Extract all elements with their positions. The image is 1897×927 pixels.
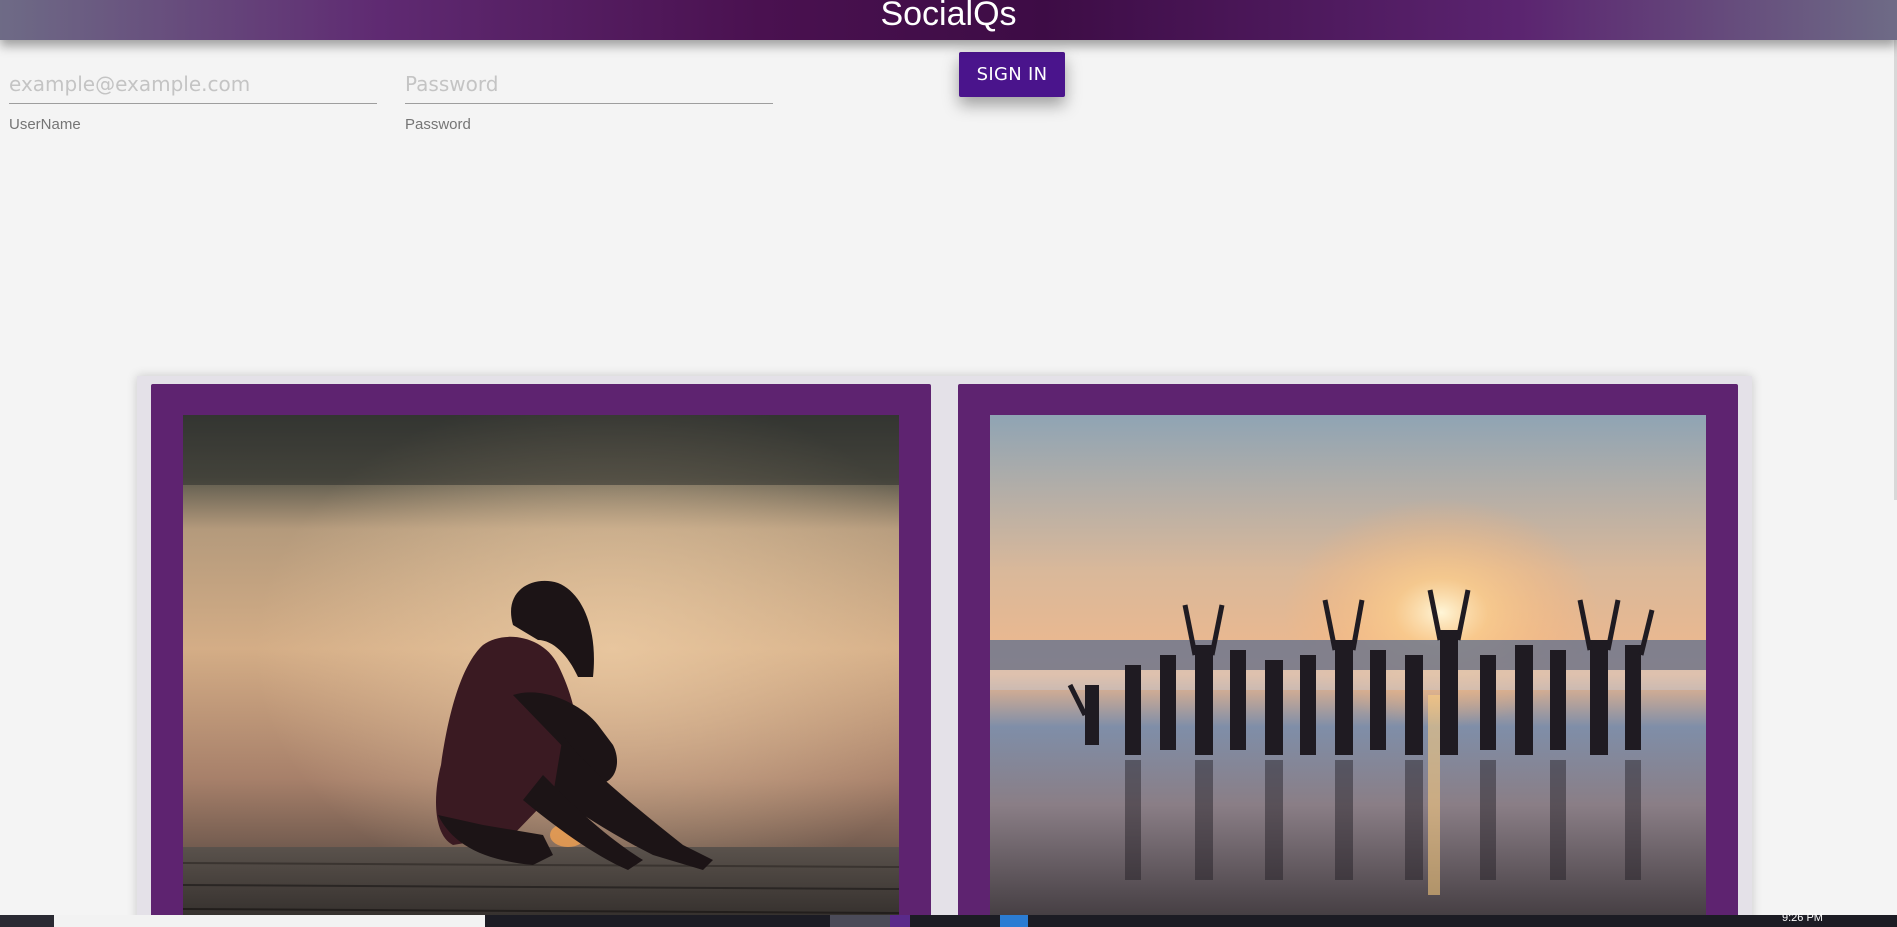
sad-photo-svg [183, 415, 899, 927]
os-taskbar: 9:26 PM [0, 912, 1897, 927]
username-input[interactable] [9, 70, 377, 104]
password-field-group: Password [405, 70, 773, 133]
taskbar-search-box[interactable] [54, 915, 485, 927]
taskbar-app-icon[interactable] [1000, 915, 1028, 927]
password-label: Password [405, 116, 471, 133]
card-happy [958, 384, 1738, 927]
app-header: SocialQs [0, 0, 1897, 40]
app-window: SocialQs UserName Password SIGN IN [0, 0, 1897, 927]
username-field-group: UserName [9, 70, 377, 133]
card-sad [151, 384, 931, 927]
start-button[interactable] [0, 915, 54, 927]
taskbar-clock: 9:26 PM [1782, 912, 1823, 924]
happy-people-jumping-on-beach-photo [990, 415, 1706, 927]
sad-woman-sitting-on-dock-photo [183, 415, 899, 927]
taskbar-app-icon[interactable] [830, 915, 890, 927]
sign-in-button[interactable]: SIGN IN [959, 52, 1065, 97]
password-input[interactable] [405, 70, 773, 104]
username-label: UserName [9, 116, 81, 133]
taskbar-app-icon[interactable] [890, 915, 910, 927]
app-title: SocialQs [880, 0, 1017, 33]
happy-photo-svg [990, 415, 1706, 927]
